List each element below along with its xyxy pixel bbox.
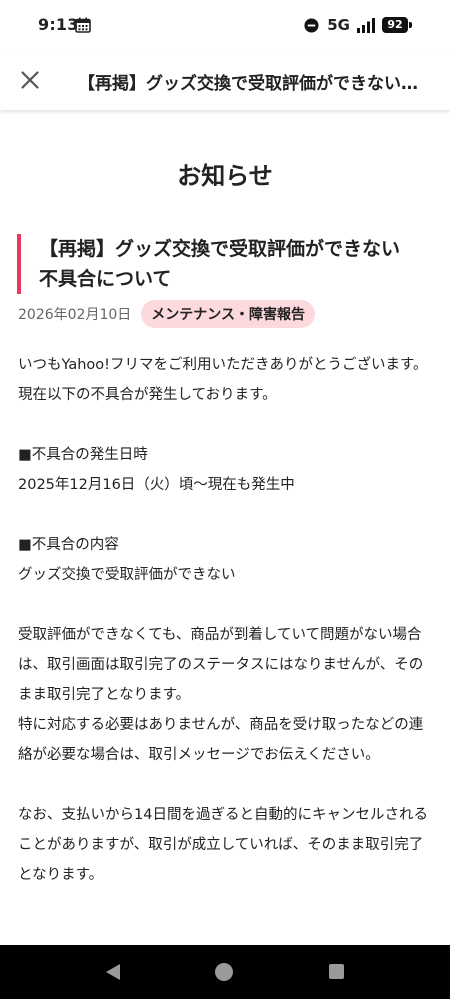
body-paragraph: なお、支払いから14日間を過ぎると自動的にキャンセルされることがありますが、取引… [18, 807, 428, 883]
status-bar: 9:13 5G 92 [0, 0, 450, 50]
calendar-icon [75, 17, 91, 33]
category-badge: メンテナンス・障害報告 [141, 300, 315, 328]
close-button[interactable] [12, 62, 48, 98]
status-time: 9:13 [38, 15, 79, 34]
close-icon [21, 71, 39, 89]
header-title: 【再掲】グッズ交換で受取評価ができない… [78, 74, 418, 94]
body-heading: ■不具合の内容 [18, 537, 119, 553]
body-paragraph: 受取評価ができなくても、商品が到着していて問題がない場合は、取引画面は取引完了の… [18, 627, 424, 703]
article-meta: 2026年02月10日 メンテナンス・障害報告 [18, 300, 315, 328]
body-paragraph: 2025年12月16日（火）頃〜現在も発生中 [18, 477, 295, 493]
network-label: 5G [327, 16, 350, 34]
dnd-icon [304, 17, 319, 33]
battery-level: 92 [382, 17, 408, 33]
body-paragraph: グッズ交換で受取評価ができない [18, 567, 236, 583]
status-indicators: 5G 92 [304, 14, 412, 36]
article-title-line-2: 不具合について [39, 268, 172, 290]
recents-icon[interactable] [329, 964, 344, 979]
system-nav-bar [0, 945, 450, 999]
body-paragraph: いつもYahoo!フリマをご利用いただきありがとうございます。 [18, 357, 428, 373]
article-title-block: 【再掲】グッズ交換で受取評価ができない 不具合について [17, 234, 417, 294]
back-icon[interactable] [104, 963, 122, 981]
signal-icon [357, 18, 375, 33]
page-title: お知らせ [177, 162, 273, 190]
article-body: いつもYahoo!フリマをご利用いただきありがとうございます。 現在以下の不具合… [18, 350, 434, 890]
battery-tip [409, 22, 412, 28]
battery-icon: 92 [382, 17, 412, 33]
home-icon[interactable] [215, 963, 233, 981]
body-paragraph: 現在以下の不具合が発生しております。 [18, 387, 277, 403]
body-heading: ■不具合の発生日時 [18, 447, 148, 463]
body-paragraph: 特に対応する必要はありませんが、商品を受け取ったなどの連絡が必要な場合は、取引メ… [18, 717, 424, 763]
article-title-line-1: 【再掲】グッズ交換で受取評価ができない [39, 238, 401, 260]
app-header: 【再掲】グッズ交換で受取評価ができない… [0, 50, 450, 110]
post-date: 2026年02月10日 [18, 307, 132, 323]
content-area[interactable]: お知らせ 【再掲】グッズ交換で受取評価ができない 不具合について 2026年02… [0, 110, 450, 945]
